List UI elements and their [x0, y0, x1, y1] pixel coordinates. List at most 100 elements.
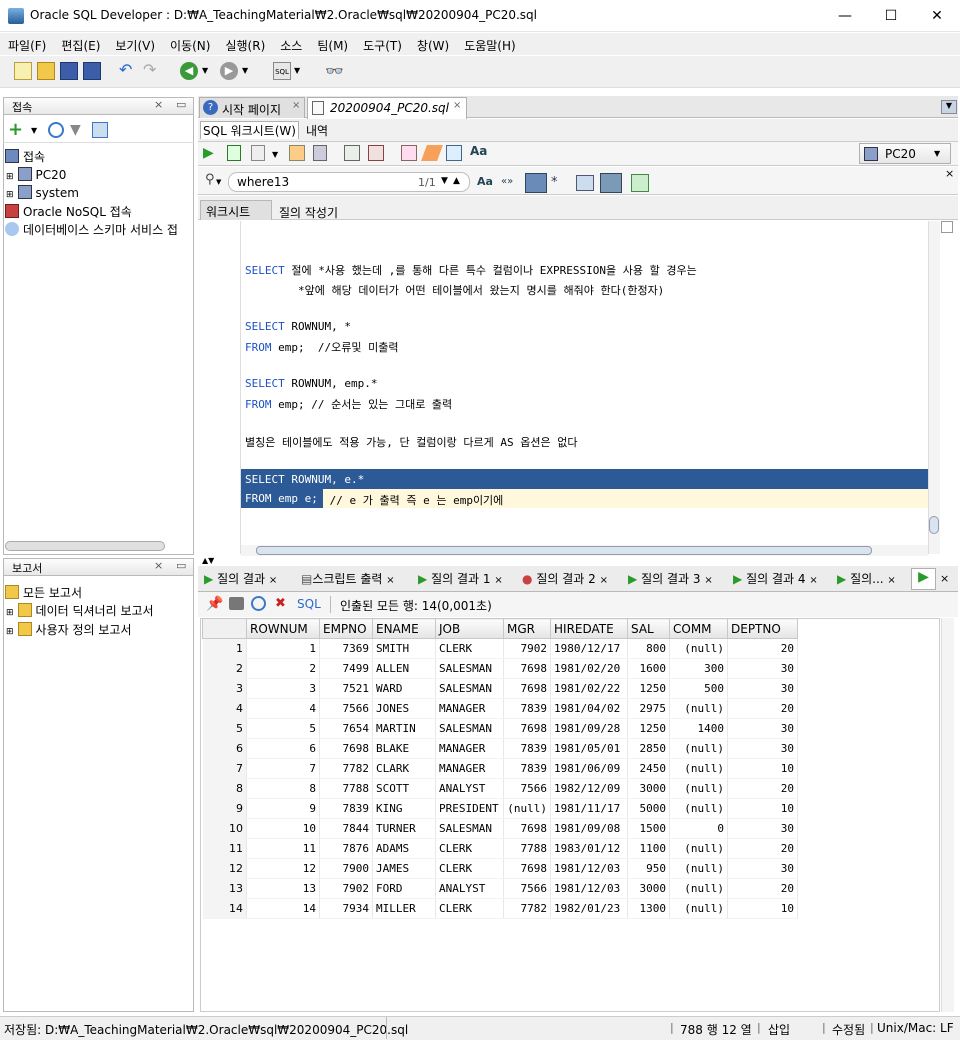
table-cell[interactable]: (null) — [669, 738, 728, 759]
table-row[interactable]: 3 3 7521 WARD SALESMAN 7698 1981/02/22 1250 500 3… — [202, 678, 798, 699]
table-cell[interactable]: 7521 — [319, 678, 373, 699]
table-cell[interactable]: 30 — [727, 818, 798, 839]
table-cell[interactable]: 1983/01/12 — [550, 838, 628, 859]
schema-browser-icon[interactable] — [92, 122, 108, 138]
table-cell[interactable]: 1300 — [627, 898, 670, 919]
table-cell[interactable]: 9 — [246, 798, 320, 819]
table-cell[interactable]: 7566 — [503, 878, 551, 899]
scrollbar-thumb[interactable] — [256, 546, 872, 555]
table-cell[interactable]: SALESMAN — [435, 678, 504, 699]
table-row[interactable]: 2 2 7499 ALLEN SALESMAN 7698 1981/02/20 1600 300… — [202, 658, 798, 679]
table-row[interactable]: 6 6 7698 BLAKE MANAGER 7839 1981/05/01 2850 (nul… — [202, 738, 798, 759]
expand-icon[interactable]: ⊞ — [6, 190, 14, 200]
row-number-cell[interactable]: 7 — [202, 758, 247, 779]
table-cell[interactable]: 1981/12/03 — [550, 858, 628, 879]
row-number-cell[interactable]: 4 — [202, 698, 247, 719]
menu-window[interactable]: 창(W) — [409, 33, 456, 54]
column-header[interactable]: SAL — [627, 618, 670, 639]
table-cell[interactable]: 2850 — [627, 738, 670, 759]
table-cell[interactable]: 8 — [246, 778, 320, 799]
menu-view[interactable]: 보기(V) — [107, 33, 162, 54]
table-cell[interactable]: 20 — [727, 878, 798, 899]
explain-plan-icon[interactable] — [289, 145, 305, 161]
open-folder-icon[interactable] — [37, 62, 55, 80]
table-cell[interactable]: 4 — [246, 698, 320, 719]
table-row[interactable]: 14 14 7934 MILLER CLERK 7782 1982/01/23 1300 (nu… — [202, 898, 798, 919]
table-row[interactable]: 11 11 7876 ADAMS CLERK 7788 1983/01/12 1100 (nul… — [202, 838, 798, 859]
table-cell[interactable]: CLERK — [435, 858, 504, 879]
close-icon[interactable]: × — [292, 100, 300, 111]
table-cell[interactable]: 7698 — [319, 738, 373, 759]
table-row[interactable]: 13 13 7902 FORD ANALYST 7566 1981/12/03 3000 (nu… — [202, 878, 798, 899]
menu-tools[interactable]: 도구(T) — [355, 33, 409, 54]
minimize-button[interactable]: — — [822, 0, 868, 32]
table-cell[interactable]: 30 — [727, 738, 798, 759]
connection-select[interactable]: PC20 ▼ — [859, 143, 951, 164]
close-icon[interactable]: × — [704, 575, 712, 586]
table-cell[interactable]: 7839 — [503, 758, 551, 779]
table-cell[interactable]: CLARK — [372, 758, 436, 779]
tree-item-cloud-schema[interactable]: 데이터베이스 스키마 서비스 접 — [5, 221, 178, 238]
table-cell[interactable]: 5000 — [627, 798, 670, 819]
column-header[interactable]: ENAME — [372, 618, 436, 639]
table-cell[interactable]: 3000 — [627, 878, 670, 899]
forward-icon[interactable]: ▶ — [220, 62, 238, 80]
autotrace-dropdown-icon[interactable]: ▼ — [272, 150, 278, 159]
table-cell[interactable]: 30 — [727, 678, 798, 699]
close-icon[interactable]: × — [945, 167, 954, 180]
table-cell[interactable]: 7876 — [319, 838, 373, 859]
row-number-cell[interactable]: 2 — [202, 658, 247, 679]
table-row[interactable]: 5 5 7654 MARTIN SALESMAN 7698 1981/09/28 1250 14… — [202, 718, 798, 739]
table-cell[interactable]: (null) — [503, 798, 551, 819]
table-cell[interactable]: 7369 — [319, 638, 373, 659]
cancel-icon[interactable]: ✖ — [275, 596, 286, 611]
table-cell[interactable]: 20 — [727, 638, 798, 659]
table-cell[interactable]: MANAGER — [435, 738, 504, 759]
table-cell[interactable]: TURNER — [372, 818, 436, 839]
table-cell[interactable]: (null) — [669, 878, 728, 899]
table-cell[interactable]: 7844 — [319, 818, 373, 839]
table-cell[interactable]: (null) — [669, 838, 728, 859]
unshared-sql-icon[interactable] — [401, 145, 417, 161]
table-cell[interactable]: 7902 — [319, 878, 373, 899]
table-row[interactable]: 1 1 7369 SMITH CLERK 7902 1980/12/17 800 (null) 2… — [202, 638, 798, 659]
table-cell[interactable]: 1250 — [627, 718, 670, 739]
tab-script-output[interactable]: ▤스크립트 출력 × — [301, 570, 395, 590]
table-cell[interactable]: 7902 — [503, 638, 551, 659]
match-case-icon[interactable]: Aa — [477, 175, 493, 188]
table-cell[interactable]: 2975 — [627, 698, 670, 719]
table-cell[interactable]: 30 — [727, 718, 798, 739]
table-cell[interactable]: 7698 — [503, 818, 551, 839]
table-cell[interactable]: 800 — [627, 638, 670, 659]
minimize-panel-icon[interactable]: ▭ — [176, 559, 186, 572]
tree-item-user-defined[interactable]: ⊞ 사용자 정의 보고서 — [6, 621, 132, 638]
refresh-icon[interactable] — [48, 122, 64, 138]
run-script-icon[interactable] — [227, 145, 241, 161]
table-row[interactable]: 8 8 7788 SCOTT ANALYST 7566 1982/12/09 3000 (nul… — [202, 778, 798, 799]
table-cell[interactable]: JONES — [372, 698, 436, 719]
table-cell[interactable]: CLERK — [435, 638, 504, 659]
row-number-cell[interactable]: 10 — [202, 818, 247, 839]
row-number-cell[interactable]: 12 — [202, 858, 247, 879]
table-cell[interactable]: 10 — [727, 798, 798, 819]
table-cell[interactable]: 1400 — [669, 718, 728, 739]
close-icon[interactable]: × — [809, 575, 817, 586]
table-row[interactable]: 10 10 7844 TURNER SALESMAN 7698 1981/09/08 1500… — [202, 818, 798, 839]
table-cell[interactable]: WARD — [372, 678, 436, 699]
redo-icon[interactable]: ↷ — [143, 62, 161, 80]
table-row[interactable]: 9 9 7839 KING PRESIDENT (null) 1981/11/17 5000(… — [202, 798, 798, 819]
table-cell[interactable]: 7698 — [503, 678, 551, 699]
tab-worksheet[interactable]: 워크시트 — [200, 200, 272, 220]
menu-edit[interactable]: 편집(E) — [53, 33, 107, 54]
sql-tuning-icon[interactable] — [313, 145, 327, 161]
tab-start-page[interactable]: ? 시작 페이지 × — [199, 97, 305, 118]
table-cell[interactable]: SALESMAN — [435, 718, 504, 739]
tab-sql-file[interactable]: 20200904_PC20.sql × — [307, 97, 467, 119]
table-row[interactable]: 12 12 7900 JAMES CLERK 7698 1981/12/03 950 (null… — [202, 858, 798, 879]
new-file-icon[interactable] — [14, 62, 32, 80]
table-cell[interactable]: 1981/02/22 — [550, 678, 628, 699]
table-cell[interactable]: 20 — [727, 778, 798, 799]
previous-match-icon[interactable]: ▼ — [441, 176, 448, 186]
table-cell[interactable]: 1500 — [627, 818, 670, 839]
column-header[interactable]: EMPNO — [319, 618, 373, 639]
